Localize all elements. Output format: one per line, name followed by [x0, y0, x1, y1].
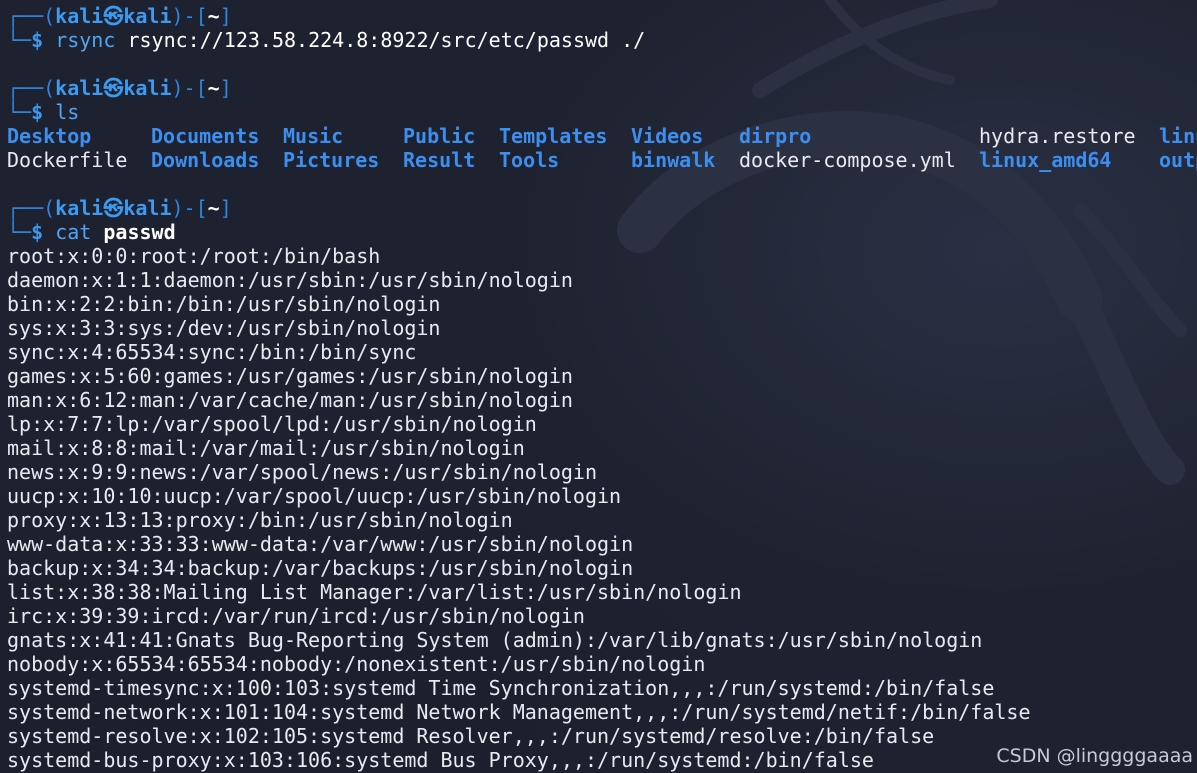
ls-entry: Public — [403, 124, 476, 148]
kali-skull-icon: ㉿ — [103, 4, 124, 28]
prompt-line-2: ┌──(kali㉿kali)-[~] — [7, 76, 1197, 100]
ls-entry: Result — [403, 148, 476, 172]
prompt-frame-top: ┌──( — [7, 196, 56, 220]
prompt-frame-end: ] — [219, 196, 232, 220]
passwd-line: sys:x:3:3:sys:/dev:/usr/sbin/nologin — [7, 316, 441, 340]
prompt-directory: ~ — [207, 196, 220, 220]
ls-entry: Documents — [151, 124, 260, 148]
prompt-frame-bottom: └─ — [7, 220, 32, 244]
passwd-line: nobody:x:65534:65534:nobody:/nonexistent… — [7, 652, 706, 676]
kali-skull-icon: ㉿ — [103, 196, 124, 220]
ls-entry: binwalk — [631, 148, 716, 172]
passwd-line: games:x:5:60:games:/usr/games:/usr/sbin/… — [7, 364, 573, 388]
kali-skull-icon: ㉿ — [103, 76, 124, 100]
passwd-line: bin:x:2:2:bin:/bin:/usr/sbin/nologin — [7, 292, 441, 316]
command-line-3: └─$ cat passwd — [7, 220, 1197, 244]
command-args: rsync://123.58.224.8:8922/src/etc/passwd… — [127, 28, 646, 52]
prompt-host: kali — [123, 196, 172, 220]
passwd-line: list:x:38:38:Mailing List Manager:/var/l… — [7, 580, 742, 604]
ls-entry: outp — [1159, 148, 1197, 172]
passwd-line: sync:x:4:65534:sync:/bin:/bin/sync — [7, 340, 417, 364]
ls-entry: hydra.restore — [979, 124, 1136, 148]
prompt-frame-top: ┌──( — [7, 76, 56, 100]
prompt-directory: ~ — [207, 4, 220, 28]
terminal-output[interactable]: ┌──(kali㉿kali)-[~] └─$ rsync rsync://123… — [7, 4, 1197, 772]
prompt-frame-mid: )-[ — [171, 196, 208, 220]
prompt-host: kali — [123, 76, 172, 100]
ls-entry: Tools — [499, 148, 560, 172]
prompt-dollar: $ — [31, 100, 44, 124]
prompt-dollar: $ — [31, 28, 44, 52]
prompt-frame-mid: )-[ — [171, 4, 208, 28]
csdn-watermark: CSDN @linggggaaaa — [996, 745, 1193, 767]
prompt-dollar: $ — [31, 220, 44, 244]
passwd-line: news:x:9:9:news:/var/spool/news:/usr/sbi… — [7, 460, 598, 484]
passwd-line: systemd-network:x:101:104:systemd Networ… — [7, 700, 1031, 724]
ls-output-row-2: Dockerfile Downloads Pictures Result Too… — [7, 148, 1197, 172]
passwd-line: root:x:0:0:root:/root:/bin/bash — [7, 244, 381, 268]
passwd-line: gnats:x:41:41:Gnats Bug-Reporting System… — [7, 628, 983, 652]
passwd-line: uucp:x:10:10:uucp:/var/spool/uucp:/usr/s… — [7, 484, 622, 508]
passwd-line: www-data:x:33:33:www-data:/var/www:/usr/… — [7, 532, 634, 556]
ls-entry: Templates — [499, 124, 608, 148]
prompt-frame-mid: )-[ — [171, 76, 208, 100]
prompt-frame-bottom: └─ — [7, 100, 32, 124]
passwd-line: man:x:6:12:man:/var/cache/man:/usr/sbin/… — [7, 388, 573, 412]
command-line-2: └─$ ls — [7, 100, 1197, 124]
ls-entry: Pictures — [283, 148, 380, 172]
passwd-line: lp:x:7:7:lp:/var/spool/lpd:/usr/sbin/nol… — [7, 412, 537, 436]
prompt-frame-top: ┌──( — [7, 4, 56, 28]
ls-entry: Dockerfile — [7, 148, 128, 172]
prompt-line-3: ┌──(kali㉿kali)-[~] — [7, 196, 1197, 220]
ls-entry: Downloads — [151, 148, 260, 172]
command-args: passwd — [103, 220, 176, 244]
command-name: rsync — [55, 28, 116, 52]
prompt-line-1: ┌──(kali㉿kali)-[~] — [7, 4, 1197, 28]
passwd-line: mail:x:8:8:mail:/var/mail:/usr/sbin/nolo… — [7, 436, 525, 460]
command-line-1: └─$ rsync rsync://123.58.224.8:8922/src/… — [7, 28, 1197, 52]
passwd-line: proxy:x:13:13:proxy:/bin:/usr/sbin/nolog… — [7, 508, 513, 532]
prompt-user: kali — [55, 4, 104, 28]
prompt-host: kali — [123, 4, 172, 28]
ls-entry: linux_amd64 — [979, 148, 1112, 172]
passwd-line: irc:x:39:39:ircd:/var/run/ircd:/usr/sbin… — [7, 604, 585, 628]
prompt-frame-end: ] — [219, 4, 232, 28]
ls-entry: dirpro — [739, 124, 812, 148]
prompt-frame-bottom: └─ — [7, 28, 32, 52]
prompt-frame-end: ] — [219, 76, 232, 100]
command-name: cat — [55, 220, 92, 244]
passwd-line: daemon:x:1:1:daemon:/usr/sbin:/usr/sbin/… — [7, 268, 573, 292]
ls-output-row-1: Desktop Documents Music Public Templates… — [7, 124, 1197, 148]
prompt-user: kali — [55, 196, 104, 220]
passwd-line: backup:x:34:34:backup:/var/backups:/usr/… — [7, 556, 634, 580]
passwd-line: systemd-timesync:x:100:103:systemd Time … — [7, 676, 995, 700]
prompt-directory: ~ — [207, 76, 220, 100]
ls-entry: Music — [283, 124, 344, 148]
prompt-user: kali — [55, 76, 104, 100]
ls-entry: Videos — [631, 124, 704, 148]
ls-entry: linu — [1159, 124, 1197, 148]
command-name: ls — [55, 100, 80, 124]
ls-entry: Desktop — [7, 124, 92, 148]
ls-entry: docker-compose.yml — [739, 148, 956, 172]
